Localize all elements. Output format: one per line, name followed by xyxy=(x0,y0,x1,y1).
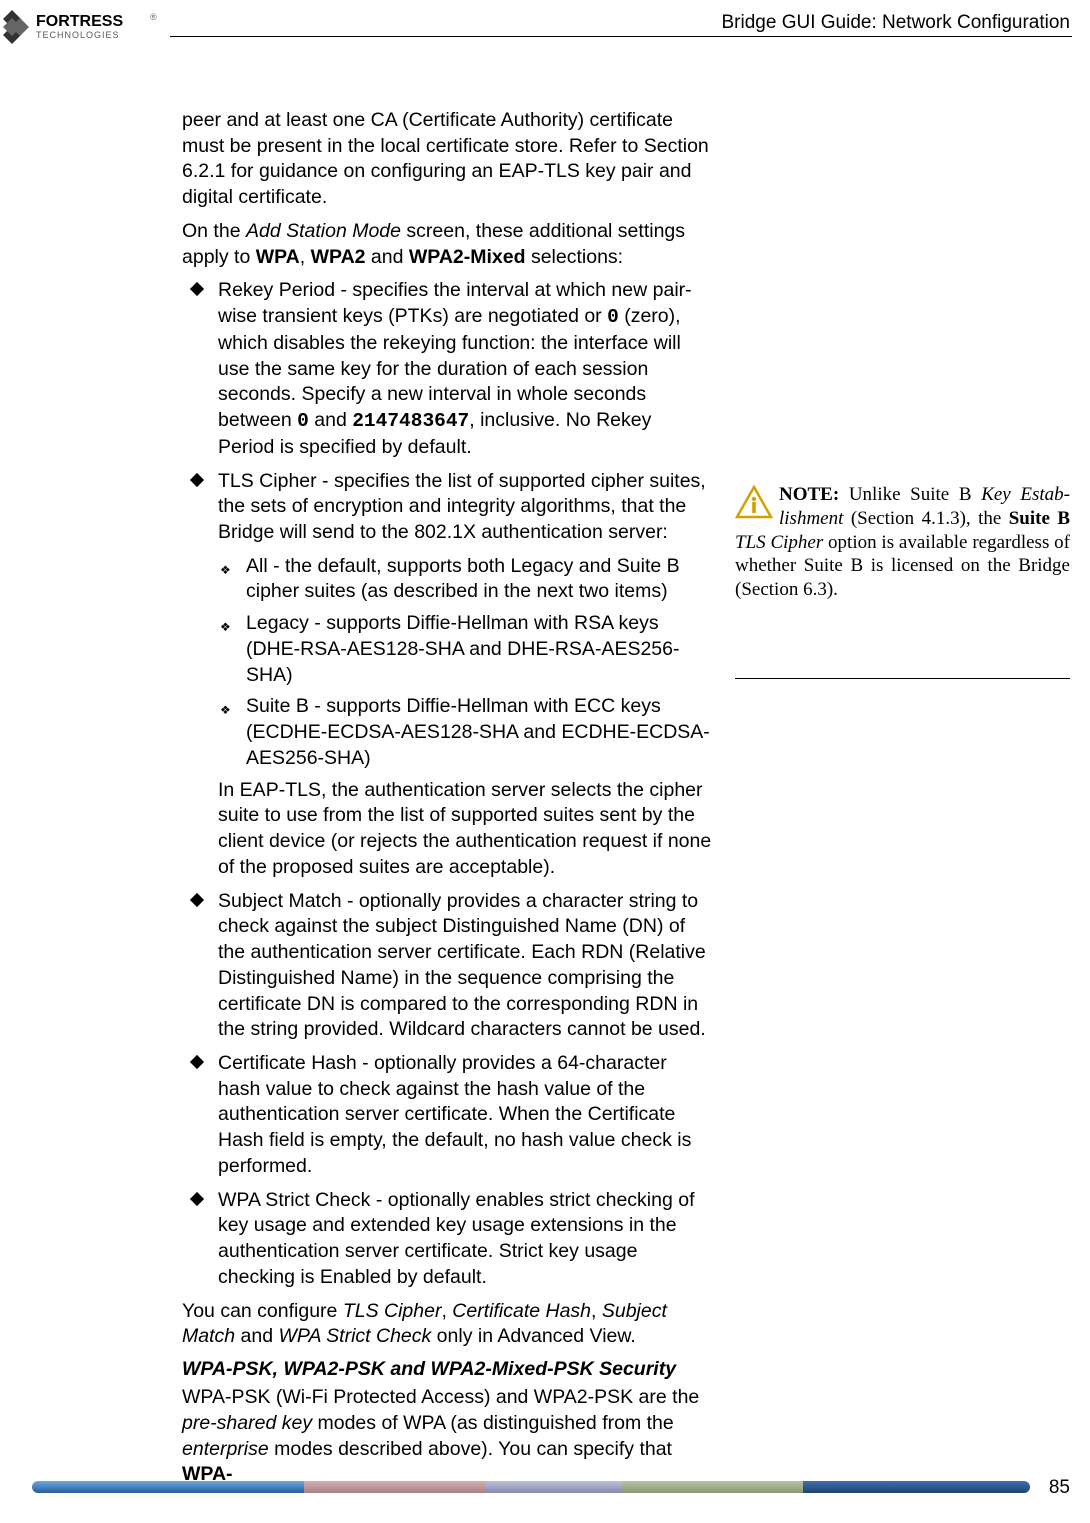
svg-text:FORTRESS: FORTRESS xyxy=(36,13,123,30)
paragraph: You can configure TLS Cipher, Certificat… xyxy=(182,1299,712,1350)
svg-text:®: ® xyxy=(150,12,157,22)
sidebar-divider xyxy=(735,678,1070,679)
diamond-bullet-icon xyxy=(190,282,204,296)
note-label: NOTE: xyxy=(779,484,839,505)
diamond-bullet-icon xyxy=(190,1055,204,1069)
header-guide-title: Bridge GUI Guide: Network Configuration xyxy=(722,12,1071,34)
small-diamond-icon: ❖ xyxy=(220,563,231,579)
page-number: 85 xyxy=(1049,1477,1070,1499)
header-divider xyxy=(170,36,1072,37)
list-item: Certificate Hash - optionally provides a… xyxy=(182,1051,712,1180)
company-logo: FORTRESS ® TECHNOLOGIES xyxy=(0,6,170,48)
diamond-bullet-icon xyxy=(190,472,204,486)
footer-decorative-bar xyxy=(32,1481,1030,1493)
small-diamond-icon: ❖ xyxy=(220,620,231,636)
list-item: Rekey Period - specifies the interval at… xyxy=(182,278,712,460)
diamond-bullet-icon xyxy=(190,892,204,906)
svg-text:TECHNOLOGIES: TECHNOLOGIES xyxy=(36,30,120,40)
continuation-paragraph: In EAP-TLS, the authentication server se… xyxy=(182,778,712,881)
warning-triangle-icon xyxy=(735,485,773,526)
small-diamond-icon: ❖ xyxy=(220,703,231,719)
section-subheading: WPA-PSK, WPA2-PSK and WPA2-Mixed-PSK Sec… xyxy=(182,1358,712,1381)
list-item: Subject Match - optionally provides a ch… xyxy=(182,889,712,1043)
paragraph: On the Add Station Mode screen, these ad… xyxy=(182,219,712,270)
paragraph: WPA-PSK (Wi-Fi Protected Access) and WPA… xyxy=(182,1385,712,1488)
paragraph: peer and at least one CA (Certificate Au… xyxy=(182,108,712,211)
list-item: WPA Strict Check - optionally enables st… xyxy=(182,1188,712,1291)
sub-list-item: ❖ Suite B - supports Diffie-Hellman with… xyxy=(182,694,712,771)
list-item: TLS Cipher - specifies the list of suppo… xyxy=(182,469,712,546)
sub-list-item: ❖ All - the default, supports both Legac… xyxy=(182,554,712,605)
sub-list-item: ❖ Legacy - supports Diffie-Hellman with … xyxy=(182,611,712,688)
sidebar-note: NOTE: Unlike Suite B Key Estab­lishment … xyxy=(735,483,1070,602)
diamond-bullet-icon xyxy=(190,1192,204,1206)
